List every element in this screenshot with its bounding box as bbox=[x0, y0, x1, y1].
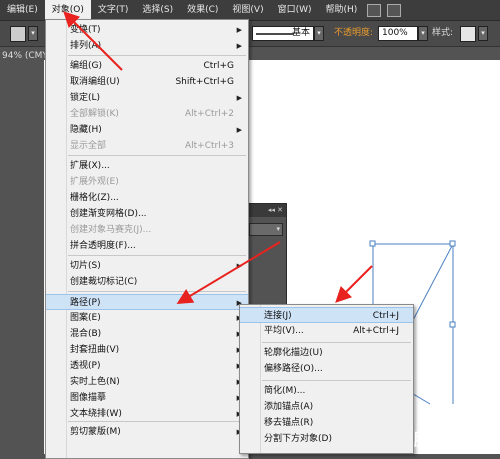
object-menu: 变换(T) ▶ 排列(A) ▶ 编组(G) Ctrl+G 取消编组(U) Shift+Ctrl… bbox=[45, 19, 249, 459]
path-submenu: 连接(J) Ctrl+J 平均(V)... Alt+Ctrl+J 轮廓化描边(U) 偏移路… bbox=[239, 304, 414, 454]
menu-item-label: 混合(B) bbox=[70, 329, 102, 339]
submenu-arrow-icon: ▶ bbox=[236, 262, 242, 270]
menu-item-label: 创建渐变网格(D)... bbox=[70, 209, 147, 219]
object-menu-item[interactable]: 排列(A) ▶ bbox=[46, 38, 248, 54]
panel-dropdown-icon[interactable]: ▾ bbox=[249, 223, 283, 236]
menu-item-label: 栅格化(Z)... bbox=[70, 193, 119, 203]
menu-item-label: 变换(T) bbox=[70, 25, 101, 35]
path-menu-item[interactable]: 分割下方对象(D) bbox=[240, 431, 413, 447]
path-menu-item[interactable]: 轮廓化描边(U) bbox=[240, 345, 413, 361]
menu-item-shortcut: Alt+Ctrl+J bbox=[353, 326, 399, 336]
object-menu-item[interactable]: 创建裁切标记(C) bbox=[46, 274, 248, 290]
menu-separator bbox=[262, 342, 411, 343]
menu-item-label: 排列(A) bbox=[70, 41, 102, 51]
object-menu-item[interactable]: 混合(B)▶ bbox=[46, 326, 248, 342]
menu-item-label: 分割下方对象(D) bbox=[264, 434, 332, 444]
submenu-arrow-icon: ▶ bbox=[236, 126, 242, 134]
path-menu-item[interactable]: 移去锚点(R) bbox=[240, 415, 413, 431]
object-menu-item[interactable]: 编组(G) Ctrl+G bbox=[46, 58, 248, 74]
menu-item-label: 图像描摹 bbox=[70, 393, 107, 403]
object-menu-item[interactable]: 扩展外观(E) bbox=[46, 174, 248, 190]
menu-item-shortcut: Alt+Ctrl+3 bbox=[184, 141, 234, 151]
menu-item-label: 文本绕排(W) bbox=[70, 409, 122, 419]
menu-item-label: 剪切蒙版(M) bbox=[70, 427, 121, 437]
object-menu-item[interactable]: 封套扭曲(V)▶ bbox=[46, 342, 248, 358]
object-menu-item[interactable]: 图案(E)▶ bbox=[46, 310, 248, 326]
object-menu-item[interactable]: 变换(T) ▶ bbox=[46, 22, 248, 38]
object-menu-item[interactable]: 实时上色(N)▶ bbox=[46, 374, 248, 390]
object-menu-item[interactable]: 锁定(L) ▶ bbox=[46, 90, 248, 106]
object-menu-item[interactable]: 创建对象马赛克(J)... bbox=[46, 222, 248, 238]
object-menu-item[interactable]: 显示全部 Alt+Ctrl+3 bbox=[46, 138, 248, 154]
submenu-arrow-icon: ▶ bbox=[236, 94, 242, 102]
submenu-arrow-icon: ▶ bbox=[236, 42, 242, 50]
anchor-point bbox=[449, 240, 456, 247]
path-diagonal bbox=[411, 243, 454, 323]
menu-item-label: 连接(J) bbox=[264, 311, 292, 321]
menu-item-label: 创建裁切标记(C) bbox=[70, 277, 138, 287]
menu-item-label: 取消编组(U) bbox=[70, 77, 120, 87]
menu-item-label: 轮廓化描边(U) bbox=[264, 348, 323, 358]
menu-separator bbox=[262, 380, 411, 381]
menu-item-label: 显示全部 bbox=[70, 141, 107, 151]
watermark-name: 脚本之家 bbox=[414, 430, 479, 449]
menu-item-label: 切片(S) bbox=[70, 261, 101, 271]
object-menu-item[interactable]: 文本绕排(W)▶ bbox=[46, 406, 248, 422]
menu-item-shortcut: Ctrl+J bbox=[372, 311, 399, 321]
object-menu-item[interactable]: 剪切蒙版(M)▶ bbox=[46, 424, 248, 440]
path-menu-item[interactable]: 偏移路径(O)... bbox=[240, 361, 413, 377]
object-menu-item[interactable]: 全部解锁(K) Alt+Ctrl+2 bbox=[46, 106, 248, 122]
menu-item-label: 平均(V)... bbox=[264, 326, 304, 336]
object-menu-item[interactable]: 切片(S) ▶ bbox=[46, 258, 248, 274]
menu-item-label: 添加锚点(A) bbox=[264, 402, 314, 412]
object-menu-item[interactable]: 图像描摹▶ bbox=[46, 390, 248, 406]
submenu-arrow-icon: ▶ bbox=[236, 26, 242, 34]
menu-item-label: 创建对象马赛克(J)... bbox=[70, 225, 152, 235]
anchor-point bbox=[369, 240, 376, 247]
menu-separator bbox=[68, 155, 246, 156]
menu-item-label: 偏移路径(O)... bbox=[264, 364, 323, 374]
menu-item-label: 编组(G) bbox=[70, 61, 102, 71]
floating-panel: ◂◂ ✕ ▾ bbox=[245, 203, 287, 307]
object-menu-item[interactable]: 路径(P) ▶ bbox=[46, 294, 248, 310]
anchor-point bbox=[449, 321, 456, 328]
menu-item-label: 实时上色(N) bbox=[70, 377, 120, 387]
menu-item-label: 路径(P) bbox=[70, 298, 101, 308]
object-menu-item[interactable]: 透视(P)▶ bbox=[46, 358, 248, 374]
menu-item-label: 扩展外观(E) bbox=[70, 177, 119, 187]
menu-item-label: 扩展(X)... bbox=[70, 161, 110, 171]
menu-separator bbox=[68, 55, 246, 56]
menu-item-label: 图案(E) bbox=[70, 313, 101, 323]
menu-item-label: 封套扭曲(V) bbox=[70, 345, 120, 355]
menu-item-label: 简化(M)... bbox=[264, 386, 306, 396]
menu-item-label: 全部解锁(K) bbox=[70, 109, 119, 119]
object-menu-item[interactable]: 创建渐变网格(D)... bbox=[46, 206, 248, 222]
menu-separator bbox=[68, 291, 246, 292]
menu-item-label: 拼合透明度(F)... bbox=[70, 241, 136, 251]
menu-item-shortcut: Shift+Ctrl+G bbox=[175, 77, 234, 87]
object-menu-item[interactable]: 隐藏(H) ▶ bbox=[46, 122, 248, 138]
menu-item-label: 透视(P) bbox=[70, 361, 101, 371]
path-menu-item[interactable]: 平均(V)... Alt+Ctrl+J bbox=[240, 323, 413, 339]
path-menu-item[interactable]: 简化(M)... bbox=[240, 383, 413, 399]
panel-collapse-icon[interactable]: ◂◂ ✕ bbox=[246, 204, 286, 217]
object-menu-item[interactable]: 拼合透明度(F)... bbox=[46, 238, 248, 254]
menu-item-shortcut: Alt+Ctrl+2 bbox=[184, 109, 234, 119]
path-menu-item[interactable]: 添加锚点(A) bbox=[240, 399, 413, 415]
menu-separator bbox=[68, 255, 246, 256]
menu-item-label: 移去锚点(R) bbox=[264, 418, 314, 428]
path-menu-item[interactable]: 连接(J) Ctrl+J bbox=[240, 307, 413, 323]
menu-item-label: 锁定(L) bbox=[70, 93, 101, 103]
watermark-site: jb51.net bbox=[440, 412, 486, 425]
object-menu-item[interactable]: 取消编组(U) Shift+Ctrl+G bbox=[46, 74, 248, 90]
menu-item-shortcut: Ctrl+G bbox=[203, 61, 234, 71]
object-menu-item[interactable]: 栅格化(Z)... bbox=[46, 190, 248, 206]
menu-item-label: 隐藏(H) bbox=[70, 125, 102, 135]
object-menu-item[interactable]: 扩展(X)... bbox=[46, 158, 248, 174]
